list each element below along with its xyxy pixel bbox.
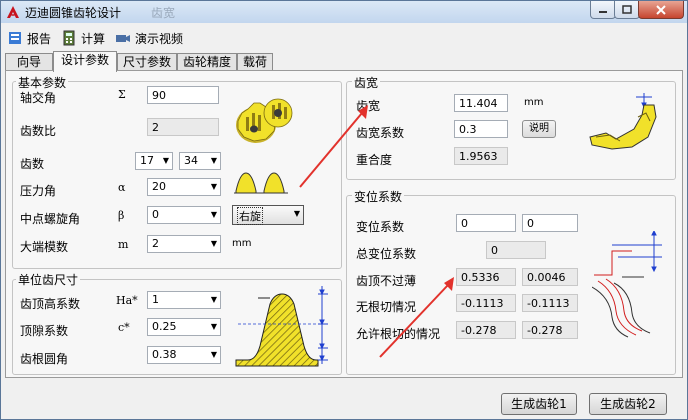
addendum-coef-select[interactable]: 1 ▼ xyxy=(147,291,221,309)
no-undercut-gear2-value: -0.1113 xyxy=(522,294,578,312)
module-symbol: m xyxy=(118,238,129,251)
close-icon xyxy=(656,4,666,15)
module-select[interactable]: 2 ▼ xyxy=(147,235,221,253)
pressure-angle-symbol: α xyxy=(118,181,126,194)
pressure-angle-label: 压力角 xyxy=(20,184,57,198)
clearance-coef-label: 顶隙系数 xyxy=(20,324,69,338)
report-label: 报告 xyxy=(27,31,52,46)
clearance-coef-symbol: c* xyxy=(118,321,130,334)
shift-coef-gear2-input[interactable]: 0 xyxy=(522,214,578,232)
app-logo-icon xyxy=(7,6,19,18)
report-button[interactable]: 报告 xyxy=(7,28,51,48)
teeth-gear1-value: 17 xyxy=(140,154,154,167)
chevron-down-icon: ▼ xyxy=(210,156,217,165)
no-undercut-gear1-value: -0.1113 xyxy=(456,294,516,312)
helix-angle-label: 中点螺旋角 xyxy=(20,212,81,226)
addendum-coef-value: 1 xyxy=(152,293,159,306)
teeth-gear1-select[interactable]: 17 ▼ xyxy=(135,152,173,170)
helix-hand-select[interactable]: 右旋 ▼ xyxy=(232,205,304,225)
chevron-down-icon: ▼ xyxy=(210,350,217,359)
module-label: 大端模数 xyxy=(20,240,69,254)
addendum-coef-symbol: Ha* xyxy=(116,294,138,307)
demo-video-button[interactable]: 演示视频 xyxy=(115,28,183,48)
teeth-label: 齿数 xyxy=(20,157,45,171)
main-window: 迈迪圆锥齿轮设计 齿宽 报告 计算 演示视频 向导 设计参数 尺寸参数 齿轮精度… xyxy=(0,0,688,420)
tab-guide[interactable]: 向导 xyxy=(5,53,53,71)
chevron-down-icon: ▼ xyxy=(293,209,300,218)
pressure-angle-value: 20 xyxy=(152,180,166,193)
demo-video-label: 演示视频 xyxy=(135,31,184,46)
explain-button[interactable]: 说明 xyxy=(522,120,556,138)
chevron-down-icon: ▼ xyxy=(210,239,217,248)
helix-angle-value: 0 xyxy=(152,208,159,221)
face-width-coef-input[interactable]: 0.3 xyxy=(454,120,508,138)
chevron-down-icon: ▼ xyxy=(210,182,217,191)
video-camera-icon xyxy=(116,35,130,42)
pressure-angle-select[interactable]: 20 ▼ xyxy=(147,178,221,196)
teeth-gear2-select[interactable]: 34 ▼ xyxy=(179,152,221,170)
allow-undercut-gear1-value: -0.278 xyxy=(456,321,516,339)
maximize-icon xyxy=(622,5,632,14)
teeth-gear2-value: 34 xyxy=(184,154,198,167)
chevron-down-icon: ▼ xyxy=(162,156,169,165)
helix-angle-symbol: β xyxy=(118,209,125,222)
face-width-input[interactable]: 11.404 xyxy=(454,94,508,112)
helix-hand-value: 右旋 xyxy=(237,207,263,225)
calculate-label: 计算 xyxy=(81,31,106,46)
clearance-coef-value: 0.25 xyxy=(152,320,177,333)
root-fillet-select[interactable]: 0.38 ▼ xyxy=(147,346,221,364)
toolbar: 报告 计算 演示视频 xyxy=(1,25,687,51)
tab-load[interactable]: 载荷 xyxy=(237,53,273,71)
shaft-angle-symbol: Σ xyxy=(118,88,126,101)
tip-thin-gear1-value: 0.5336 xyxy=(456,268,516,286)
chevron-down-icon: ▼ xyxy=(210,295,217,304)
report-icon xyxy=(9,32,21,44)
design-params-panel: 基本参数 轴交角 Σ 90 齿数比 2 齿数 17 ▼ 34 ▼ 压力角 α 20 ▼… xyxy=(5,70,683,378)
minimize-button[interactable] xyxy=(590,1,616,19)
face-width-title: 齿宽 xyxy=(352,74,381,91)
tooth-profile-dimension-image xyxy=(235,286,328,367)
close-button[interactable] xyxy=(638,1,684,19)
shaft-angle-input[interactable]: 90 xyxy=(147,86,219,104)
root-fillet-value: 0.38 xyxy=(152,348,177,361)
allow-undercut-gear2-value: -0.278 xyxy=(522,321,578,339)
profile-shift-image xyxy=(592,231,662,338)
shift-coef-gear1-input[interactable]: 0 xyxy=(456,214,516,232)
module-value: 2 xyxy=(152,237,159,250)
chevron-down-icon: ▼ xyxy=(210,210,217,219)
window-title: 迈迪圆锥齿轮设计 xyxy=(25,6,122,20)
gear-ratio-value: 2 xyxy=(147,118,219,136)
unit-tooth-title: 单位齿尺寸 xyxy=(16,271,81,288)
total-shift-label: 总变位系数 xyxy=(356,247,417,261)
bevel-gear-pair-image xyxy=(236,98,293,143)
calculator-icon xyxy=(63,30,75,46)
generate-gear1-button[interactable]: 生成齿轮1 xyxy=(501,393,577,415)
gear-ratio-label: 齿数比 xyxy=(20,124,57,138)
maximize-button[interactable] xyxy=(614,1,640,19)
total-shift-value: 0 xyxy=(486,241,546,259)
tab-design-params[interactable]: 设计参数 xyxy=(53,51,117,72)
tip-thin-gear2-value: 0.0046 xyxy=(522,268,578,286)
tab-gear-accuracy[interactable]: 齿轮精度 xyxy=(177,53,237,71)
title-bar[interactable]: 迈迪圆锥齿轮设计 齿宽 xyxy=(1,1,687,23)
face-width-section-image xyxy=(589,93,657,150)
minimize-icon xyxy=(599,10,607,13)
shaft-angle-label: 轴交角 xyxy=(20,91,57,105)
chevron-down-icon: ▼ xyxy=(210,322,217,331)
contact-ratio-value: 1.9563 xyxy=(454,147,508,165)
calculate-button[interactable]: 计算 xyxy=(61,28,105,48)
generate-gear2-button[interactable]: 生成齿轮2 xyxy=(589,393,667,415)
root-fillet-label: 齿根圆角 xyxy=(20,352,69,366)
background-window-title: 齿宽 xyxy=(151,6,176,20)
face-width-unit: mm xyxy=(524,97,544,108)
addendum-coef-label: 齿顶高系数 xyxy=(20,297,81,311)
tab-size-params[interactable]: 尺寸参数 xyxy=(117,53,177,71)
annotation-arrow-icon xyxy=(379,277,454,358)
annotation-arrow-icon xyxy=(299,105,368,188)
shift-coef-label: 变位系数 xyxy=(356,220,405,234)
helix-angle-select[interactable]: 0 ▼ xyxy=(147,206,221,224)
module-unit: mm xyxy=(232,238,252,249)
clearance-coef-select[interactable]: 0.25 ▼ xyxy=(147,318,221,336)
pressure-angle-profile-image xyxy=(234,172,288,194)
